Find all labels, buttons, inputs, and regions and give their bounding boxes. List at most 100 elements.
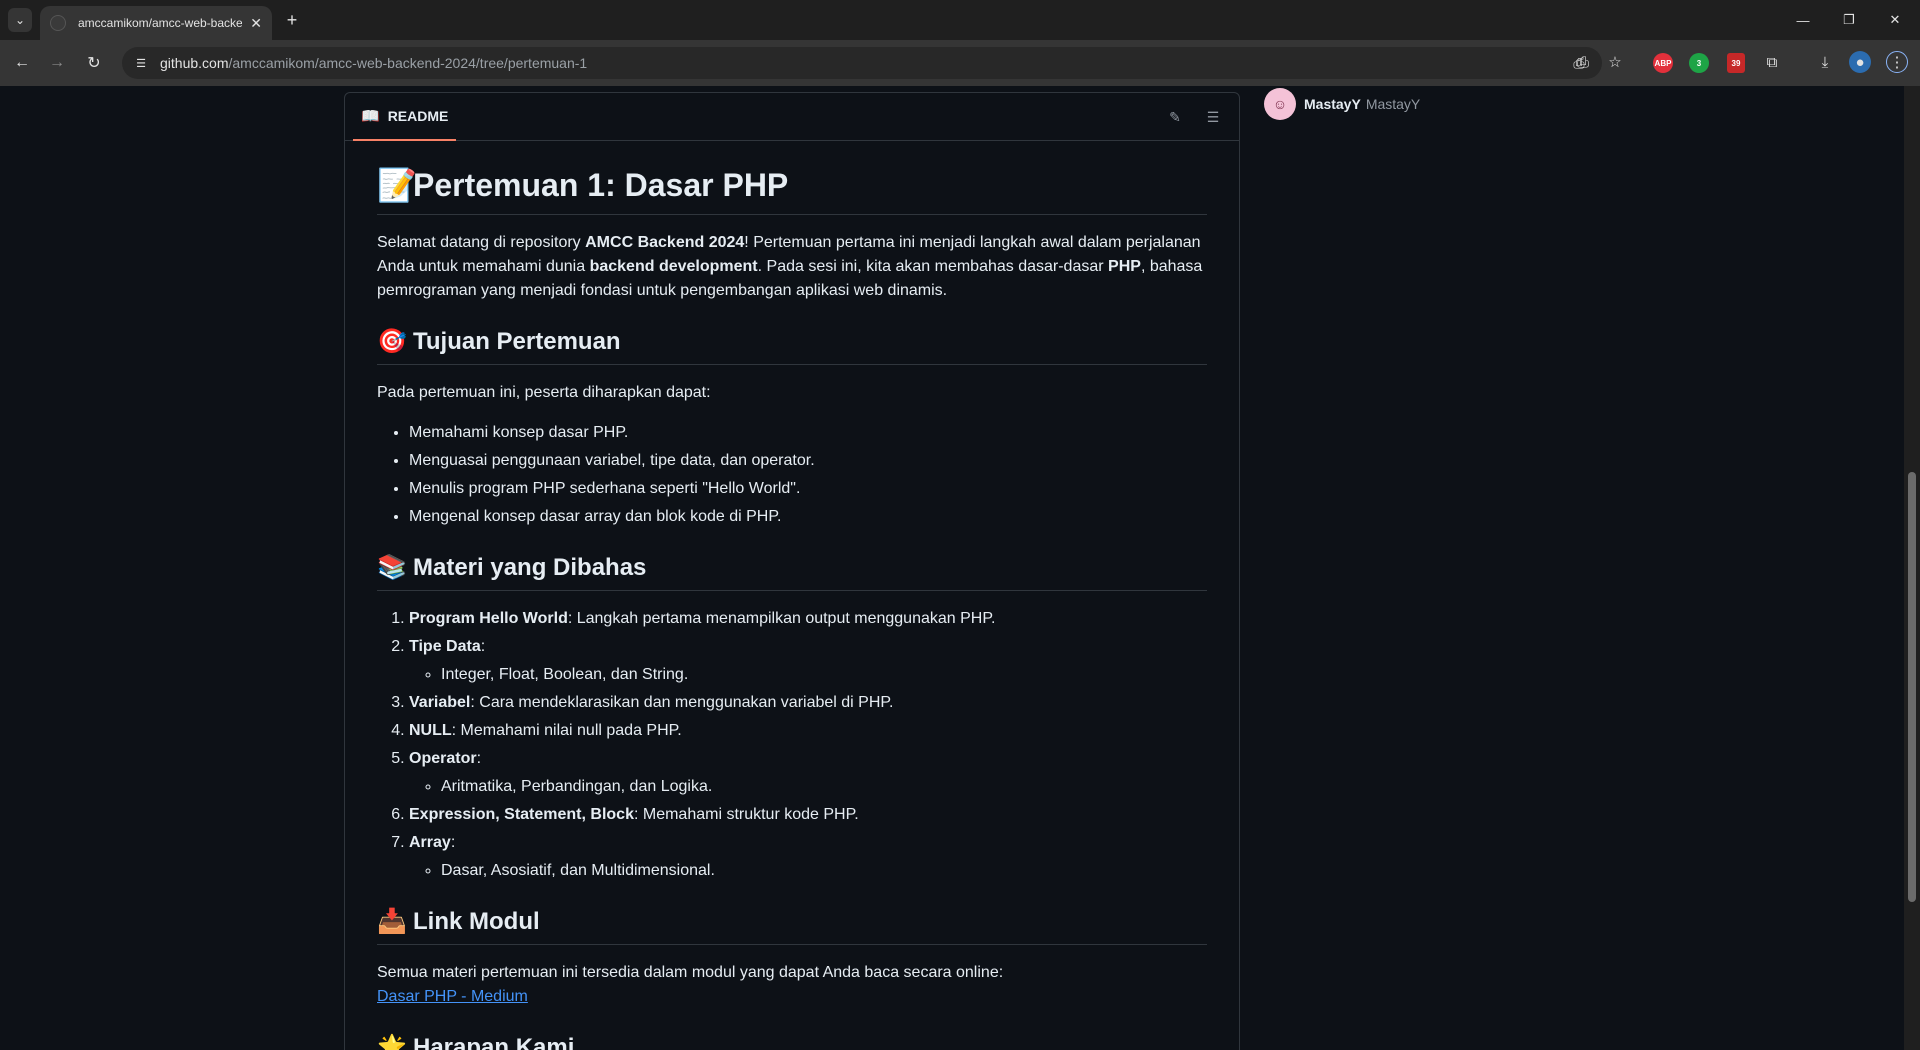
inbox-tray-icon: 📥 [377,908,407,935]
tab-title: amccamikom/amcc-web-backend-2024/tree/pe… [78,16,243,30]
sub-list-item: Aritmatika, Perbandingan, dan Logika. [441,775,1207,799]
tujuan-lead: Pada pertemuan ini, peserta diharapkan d… [377,384,711,401]
readme-title-text: Pertemuan 1: Dasar PHP [413,167,789,203]
materi-item-bold: Tipe Data [409,638,481,655]
sub-list-item: Integer, Float, Boolean, dan String. [441,663,1207,687]
materi-item-bold: Operator [409,750,477,767]
contributor-login[interactable]: MastayY [1304,96,1361,112]
tab-search-chevron-icon[interactable]: ⌄ [8,8,32,32]
url-host: github.com [160,55,229,71]
browser-toolbar: ← → ↻ ☰ github.com/amccamikom/amcc-web-b… [0,40,1920,86]
readme-panel: 📖 README ✎ ☰ 📝Pertemuan 1: Dasar PHP Sel… [344,92,1240,1050]
page-scrollbar[interactable] [1904,86,1920,1050]
list-item: Expression, Statement, Block: Memahami s… [409,803,1207,827]
materi-heading: 📚 Materi yang Dibahas [377,553,1207,591]
install-app-icon[interactable]: ⎙ [1572,51,1594,73]
glowing-star-icon: 🌟 [377,1034,407,1050]
github-favicon-icon [50,15,66,31]
materi-item-text: : Memahami nilai null pada PHP. [451,722,682,739]
tab-close-icon[interactable]: ✕ [250,15,262,32]
readme-markdown: 📝Pertemuan 1: Dasar PHP Selamat datang d… [377,165,1207,1050]
list-item: Mengenal konsep dasar array dan blok kod… [409,505,1207,529]
edit-pencil-icon[interactable]: ✎ [1165,107,1185,127]
materi-item-text: : [476,750,482,767]
list-item: Program Hello World: Langkah pertama men… [409,607,1207,631]
calendar-extension-icon[interactable]: 39 [1727,53,1745,73]
materi-item-bold: Array [409,834,451,851]
materi-item-text: : Langkah pertama menampilkan output men… [567,610,996,627]
intro-text-1: Selamat datang di repository [377,234,586,251]
list-item: Menguasai penggunaan variabel, tipe data… [409,449,1207,473]
new-tab-plus-icon[interactable]: + [282,10,302,30]
memo-icon: 📝 [377,167,417,203]
harapan-heading: 🌟 Harapan Kami [377,1033,1207,1050]
download-icon[interactable]: ⤓ [1814,51,1836,73]
readme-title: 📝Pertemuan 1: Dasar PHP [377,165,1207,215]
window-close-icon[interactable]: ✕ [1872,8,1918,32]
intro-bold-1: AMCC Backend 2024 [585,234,745,251]
list-item: Menulis program PHP sederhana seperti "H… [409,477,1207,501]
url-path: /amccamikom/amcc-web-backend-2024/tree/p… [228,55,588,71]
sub-list: Integer, Float, Boolean, dan String. [409,663,1207,687]
harapan-heading-text: Harapan Kami [413,1034,575,1050]
dasar-php-medium-link[interactable]: Dasar PHP - Medium [377,988,528,1005]
books-icon: 📚 [377,554,407,581]
sub-list: Aritmatika, Perbandingan, dan Logika. [409,775,1207,799]
readme-tab[interactable]: 📖 README [353,93,457,141]
back-arrow-icon[interactable]: ← [10,51,34,75]
reload-icon[interactable]: ↻ [82,51,106,75]
contributor-avatar[interactable]: ☺ [1264,88,1296,120]
scrollbar-thumb[interactable] [1908,472,1916,902]
readme-tab-label: README [387,108,449,124]
browser-tab-active[interactable]: amccamikom/amcc-web-backend-2024/tree/pe… [40,6,272,40]
materi-item-bold: Expression, Statement, Block [409,806,634,823]
menu-kebab-icon[interactable]: ⋮ [1886,51,1908,73]
intro-bold-3: PHP [1108,258,1141,275]
link-modul-heading-text: Link Modul [413,908,540,935]
materi-item-text: : [480,638,486,655]
list-item: Variabel: Cara mendeklarasikan dan mengg… [409,691,1207,715]
tujuan-heading-text: Tujuan Pertemuan [413,328,621,355]
green-extension-icon[interactable]: 3 [1689,53,1709,73]
bookmark-star-icon[interactable]: ☆ [1604,51,1626,73]
materi-item-text: : Memahami struktur kode PHP. [633,806,859,823]
window-minimize-icon[interactable]: — [1780,8,1826,32]
adblock-plus-icon[interactable]: ABP [1653,53,1673,73]
browser-tab-strip: ⌄ amccamikom/amcc-web-backend-2024/tree/… [0,0,1920,40]
tujuan-list: Memahami konsep dasar PHP. Menguasai pen… [377,421,1207,529]
intro-bold-2: backend development [589,258,758,275]
link-modul-lead: Semua materi pertemuan ini tersedia dala… [377,964,1004,981]
target-icon: 🎯 [377,328,407,355]
materi-item-bold: Variabel [409,694,471,711]
materi-item-text: : [450,834,456,851]
sub-list-item: Dasar, Asosiatif, dan Multidimensional. [441,859,1207,883]
page-content: 📖 README ✎ ☰ 📝Pertemuan 1: Dasar PHP Sel… [0,86,1920,1050]
list-item: Operator: Aritmatika, Perbandingan, dan … [409,747,1207,799]
intro-paragraph: Selamat datang di repository AMCC Backen… [377,231,1207,303]
list-item: Tipe Data: Integer, Float, Boolean, dan … [409,635,1207,687]
address-bar[interactable]: ☰ github.com/amccamikom/amcc-web-backend… [122,47,1602,79]
forward-arrow-icon[interactable]: → [45,51,69,75]
materi-item-text: : Cara mendeklarasikan dan menggunakan v… [470,694,894,711]
profile-avatar-icon[interactable]: ● [1849,51,1871,73]
materi-heading-text: Materi yang Dibahas [413,554,647,581]
materi-item-bold: Program Hello World [409,610,568,627]
site-info-icon[interactable]: ☰ [132,54,150,72]
list-item: NULL: Memahami nilai null pada PHP. [409,719,1207,743]
contributor-name: MastayY [1365,96,1421,112]
url-text[interactable]: github.com/amccamikom/amcc-web-backend-2… [160,55,587,71]
sub-list: Dasar, Asosiatif, dan Multidimensional. [409,859,1207,883]
readme-header: 📖 README ✎ ☰ [345,93,1239,141]
link-modul-paragraph: Semua materi pertemuan ini tersedia dala… [377,961,1207,1009]
materi-list: Program Hello World: Langkah pertama men… [377,607,1207,883]
intro-text-3: . Pada sesi ini, kita akan membahas dasa… [757,258,1109,275]
link-modul-heading: 📥 Link Modul [377,907,1207,945]
book-icon: 📖 [361,108,380,125]
contributor-entry[interactable]: ☺ MastayY MastayY [1264,88,1420,120]
window-restore-icon[interactable]: ❐ [1826,8,1872,32]
tujuan-heading: 🎯 Tujuan Pertemuan [377,327,1207,365]
list-item: Memahami konsep dasar PHP. [409,421,1207,445]
extensions-puzzle-icon[interactable]: ⧉ [1761,51,1783,73]
outline-list-icon[interactable]: ☰ [1203,107,1223,127]
list-item: Array: Dasar, Asosiatif, dan Multidimens… [409,831,1207,883]
